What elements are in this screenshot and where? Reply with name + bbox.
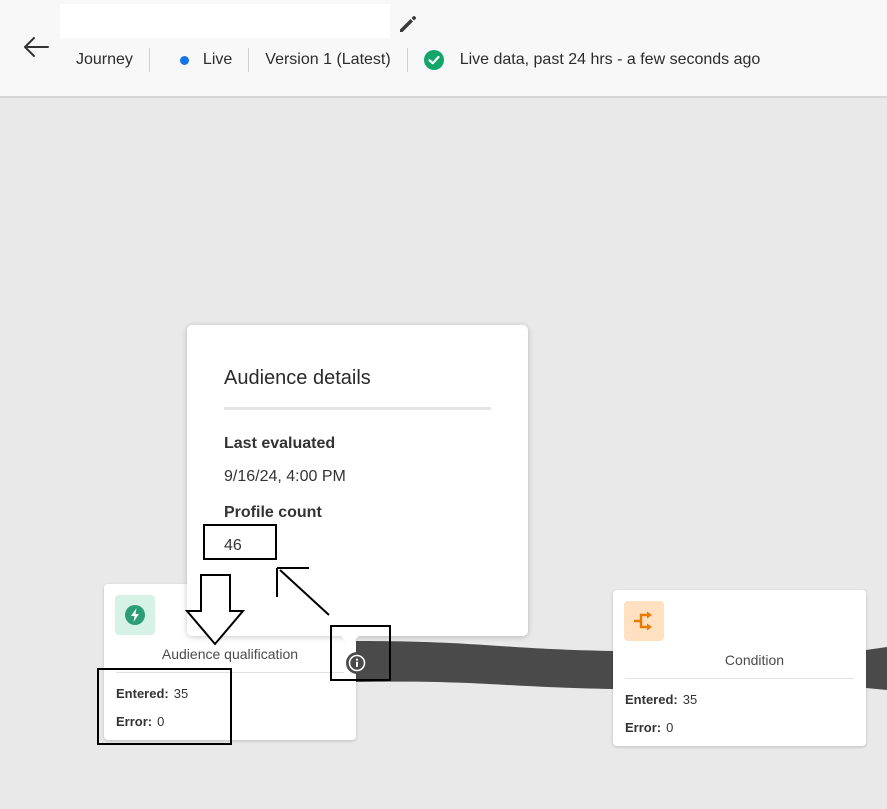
status-dot [179, 55, 189, 65]
error-value: 0 [157, 714, 165, 729]
journey-header: Journey Live Version 1 (Latest) Live dat… [0, 0, 887, 98]
node-label: Audience qualification [161, 646, 299, 662]
journey-title-field[interactable] [60, 4, 390, 38]
split-arrows-icon [634, 611, 652, 631]
entered-value: 35 [173, 686, 189, 701]
entered-stat: Entered: 35 [116, 686, 188, 701]
journey-version[interactable]: Version 1 (Latest) [249, 47, 406, 73]
condition-node[interactable]: Condition Entered: 35 Error: 0 [613, 590, 866, 746]
last-evaluated-value: 9/16/24, 4:00 PM [224, 468, 346, 485]
profile-count-value: 46 [224, 537, 242, 554]
error-value: 0 [666, 720, 674, 735]
journey-type: Journey [60, 47, 149, 73]
journey-type-label: Journey [76, 51, 133, 68]
live-data-status: Live data, past 24 hrs - a few seconds a… [408, 47, 777, 73]
popover-tail [340, 635, 360, 645]
error-stat: Error: 0 [116, 714, 164, 729]
version-label: Version 1 (Latest) [265, 51, 391, 68]
node-label: Condition [724, 652, 785, 668]
profile-count-label: Profile count [224, 504, 322, 521]
live-data-label: Live data, past 24 hrs - a few seconds a… [459, 51, 761, 68]
journey-info-bar: Journey Live Version 1 (Latest) Live dat… [60, 46, 776, 74]
node-icon-container [115, 595, 155, 635]
arrow-left-icon[interactable] [22, 35, 50, 59]
popover-title: Audience details [224, 367, 371, 389]
entered-label: Entered: [116, 686, 169, 701]
info-icon[interactable] [345, 651, 369, 675]
error-stat: Error: 0 [625, 720, 673, 735]
popover-divider [224, 407, 491, 410]
entered-value: 35 [682, 692, 698, 707]
node-divider [116, 672, 344, 673]
entered-stat: Entered: 35 [625, 692, 697, 707]
status-label: Live [202, 51, 233, 68]
check-circle-icon [423, 50, 444, 70]
pencil-icon[interactable] [396, 12, 420, 36]
lightning-bolt-icon [125, 605, 145, 625]
error-label: Error: [625, 720, 662, 735]
entered-label: Entered: [625, 692, 678, 707]
audience-details-popover: Audience details Last evaluated 9/16/24,… [187, 325, 528, 636]
journey-status: Live [150, 47, 248, 73]
last-evaluated-label: Last evaluated [224, 435, 336, 452]
node-divider [625, 678, 854, 679]
journey-canvas[interactable]: Audience qualification Entered: 35 Error:… [0, 100, 887, 809]
error-label: Error: [116, 714, 153, 729]
node-icon-container [624, 601, 664, 641]
